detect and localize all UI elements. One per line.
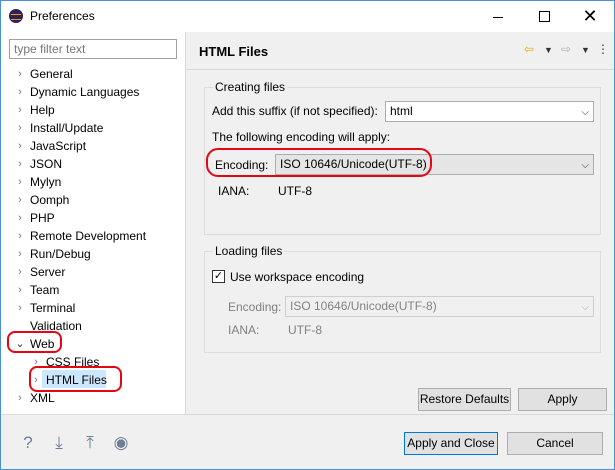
loading-iana-value: UTF-8 bbox=[288, 323, 322, 337]
close-button[interactable]: ✕ bbox=[567, 1, 613, 32]
maximize-button[interactable] bbox=[521, 1, 567, 32]
sidebar: ›General ›Dynamic Languages ›Help ›Insta… bbox=[1, 32, 186, 414]
menu-icon[interactable]: ⋮ bbox=[597, 42, 609, 56]
encoding-note: The following encoding will apply: bbox=[212, 130, 391, 144]
loading-files-group: Loading files ✓ Use workspace encoding E… bbox=[204, 244, 601, 353]
loading-iana-label: IANA: bbox=[228, 323, 260, 337]
use-workspace-checkbox[interactable]: ✓ bbox=[212, 270, 225, 283]
record-icon[interactable]: ◉ bbox=[110, 432, 132, 454]
forward-dropdown-icon[interactable]: ▼ bbox=[581, 45, 590, 55]
suffix-label: Add this suffix (if not specified): bbox=[212, 104, 378, 118]
use-workspace-label: Use workspace encoding bbox=[230, 270, 365, 284]
annotation-html-files-highlight bbox=[29, 366, 122, 392]
suffix-select[interactable]: html ⌵ bbox=[385, 101, 594, 122]
import-icon[interactable]: ⤓ bbox=[48, 432, 70, 454]
chevron-right-icon[interactable]: › bbox=[15, 191, 25, 209]
iana-value: UTF-8 bbox=[278, 184, 312, 198]
chevron-right-icon[interactable]: › bbox=[15, 101, 25, 119]
apply-and-close-button[interactable]: Apply and Close bbox=[404, 432, 498, 455]
filter-input[interactable] bbox=[9, 39, 177, 59]
maximize-icon bbox=[538, 11, 550, 22]
nav-buttons: ⇦ ▼ ⇨ ▼ ⋮ bbox=[524, 42, 609, 60]
chevron-right-icon[interactable]: › bbox=[15, 119, 25, 137]
help-icon[interactable]: ? bbox=[17, 432, 39, 454]
chevron-right-icon[interactable]: › bbox=[15, 173, 25, 191]
window-title: Preferences bbox=[30, 9, 95, 23]
chevron-right-icon[interactable]: › bbox=[15, 281, 25, 299]
chevron-right-icon[interactable]: › bbox=[15, 137, 25, 155]
annotation-web-highlight bbox=[7, 331, 62, 353]
loading-files-label: Loading files bbox=[213, 244, 285, 258]
restore-defaults-button[interactable]: Restore Defaults bbox=[418, 388, 511, 411]
chevron-right-icon[interactable]: › bbox=[15, 263, 25, 281]
chevron-right-icon[interactable]: › bbox=[15, 83, 25, 101]
annotation-encoding-highlight bbox=[206, 148, 432, 177]
chevron-right-icon[interactable]: › bbox=[15, 227, 25, 245]
chevron-right-icon[interactable]: › bbox=[15, 299, 25, 317]
back-dropdown-icon[interactable]: ▼ bbox=[544, 45, 553, 55]
forward-arrow-icon[interactable]: ⇨ bbox=[561, 42, 571, 56]
chevron-down-icon: ⌵ bbox=[581, 302, 589, 313]
chevron-right-icon[interactable]: › bbox=[15, 245, 25, 263]
main-panel: HTML Files ⇦ ▼ ⇨ ▼ ⋮ Creating files Add … bbox=[187, 32, 614, 414]
minimize-icon bbox=[493, 17, 503, 18]
chevron-right-icon[interactable]: › bbox=[15, 389, 25, 407]
back-arrow-icon[interactable]: ⇦ bbox=[524, 42, 534, 56]
loading-encoding-label: Encoding: bbox=[228, 300, 282, 314]
minimize-button[interactable] bbox=[475, 1, 521, 32]
chevron-right-icon[interactable]: › bbox=[15, 209, 25, 227]
apply-button[interactable]: Apply bbox=[518, 388, 607, 411]
chevron-down-icon: ⌵ bbox=[581, 160, 589, 171]
chevron-down-icon: ⌵ bbox=[581, 107, 589, 118]
creating-files-label: Creating files bbox=[213, 80, 288, 94]
cancel-button[interactable]: Cancel bbox=[507, 432, 603, 455]
eclipse-icon bbox=[9, 9, 23, 23]
export-icon[interactable]: ⤒ bbox=[79, 432, 101, 454]
iana-label: IANA: bbox=[218, 184, 250, 198]
preferences-window: Preferences ✕ ›General ›Dynamic Language… bbox=[0, 0, 615, 470]
header-separator bbox=[187, 69, 614, 70]
chevron-right-icon[interactable]: › bbox=[15, 155, 25, 173]
footer-separator bbox=[1, 414, 614, 415]
chevron-right-icon[interactable]: › bbox=[15, 65, 25, 83]
title-bar: Preferences ✕ bbox=[1, 1, 614, 32]
page-title: HTML Files bbox=[199, 44, 269, 59]
loading-encoding-select[interactable]: ISO 10646/Unicode(UTF-8) ⌵ bbox=[285, 296, 594, 317]
close-icon: ✕ bbox=[582, 6, 598, 26]
